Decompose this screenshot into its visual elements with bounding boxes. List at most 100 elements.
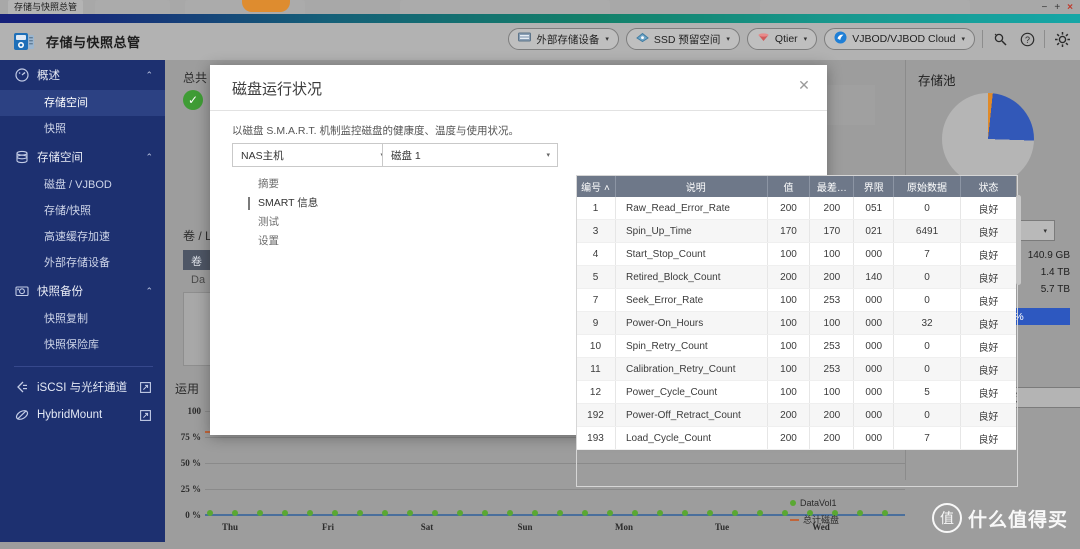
scan-icon[interactable]	[990, 29, 1010, 49]
cell-worst: 100	[809, 311, 855, 335]
volume-section-label: 卷 / L	[183, 229, 212, 243]
table-row[interactable]: 3 Spin_Up_Time 170 170 021 6491 良好	[576, 219, 1016, 243]
sidebar-item-storage-space[interactable]: 存储空间	[0, 90, 165, 116]
cell-value: 100	[767, 311, 811, 335]
chevron-up-icon: ⌃	[145, 151, 153, 162]
table-row[interactable]: 4 Start_Stop_Count 100 100 000 7 良好	[576, 242, 1016, 266]
sidebar-item-snapshot-replica[interactable]: 快照复制	[0, 306, 165, 332]
cell-worst: 253	[809, 357, 855, 381]
chart-ytick: 75 %	[180, 432, 201, 442]
cell-threshold: 140	[853, 265, 895, 289]
dialog-nav-smart-info[interactable]: SMART 信息	[248, 194, 348, 213]
status-badge: 良好	[960, 426, 1016, 450]
chart-point	[432, 510, 438, 516]
close-icon[interactable]: ✕	[795, 76, 813, 94]
cell-value: 170	[767, 219, 811, 243]
toolbar-divider	[982, 30, 983, 48]
qtier-button[interactable]: Qtier ▾	[746, 28, 818, 50]
table-scrollbar[interactable]	[1016, 195, 1021, 285]
sidebar-item-snapshot[interactable]: 快照	[0, 116, 165, 142]
cell-desc: Calibration_Retry_Count	[615, 357, 768, 381]
sidebar-item-label: HybridMount	[37, 409, 103, 421]
sidebar-group-overview[interactable]: 概述 ⌃	[0, 60, 165, 90]
os-window-tab[interactable]: 存储与快照总管	[8, 0, 84, 14]
column-header-threshold[interactable]: 界限	[853, 175, 895, 197]
sidebar-group-snapshot-backup[interactable]: 快照备份 ⌃	[0, 276, 165, 306]
cell-desc: Start_Stop_Count	[615, 242, 768, 266]
column-header-value[interactable]: 值	[767, 175, 811, 197]
external-storage-button[interactable]: 外部存储设备 ▾	[508, 28, 619, 50]
cell-threshold: 021	[853, 219, 895, 243]
table-row[interactable]: 12 Power_Cycle_Count 100 100 000 5 良好	[576, 380, 1016, 404]
table-row[interactable]: 11 Calibration_Retry_Count 100 253 000 0…	[576, 357, 1016, 381]
disk-select[interactable]: 磁盘 1 ▾	[382, 143, 558, 167]
chevron-up-icon: ⌃	[145, 69, 153, 80]
table-row[interactable]: 9 Power-On_Hours 100 100 000 32 良好	[576, 311, 1016, 335]
ssd-reserve-button[interactable]: SSD 预留空间 ▾	[625, 28, 740, 50]
cell-threshold: 000	[853, 334, 895, 358]
minimize-button[interactable]: −	[1041, 2, 1047, 13]
chevron-down-icon: ▾	[726, 36, 730, 43]
table-row[interactable]: 192 Power-Off_Retract_Count 200 200 000 …	[576, 403, 1016, 427]
chart-point	[582, 510, 588, 516]
chart-gridline	[205, 489, 905, 490]
column-header-status[interactable]: 状态	[960, 175, 1016, 197]
chart-point	[332, 510, 338, 516]
sidebar-item-disk-vjbod[interactable]: 磁盘 / VJBOD	[0, 172, 165, 198]
chart-point	[782, 510, 788, 516]
column-header-worst[interactable]: 最差…	[809, 175, 855, 197]
dialog-nav-summary[interactable]: 摘要	[248, 175, 348, 194]
toolbar-divider	[1044, 30, 1045, 48]
disk-health-dialog: 磁盘运行状况 ✕ 以磁盘 S.M.A.R.T. 机制监控磁盘的健康度、温度与使用…	[210, 65, 1021, 487]
column-header-desc[interactable]: 说明	[615, 175, 768, 197]
chart-point	[507, 510, 513, 516]
vjbod-cloud-button[interactable]: VJBOD/VJBOD Cloud ▾	[824, 28, 975, 50]
dashboard-icon	[14, 68, 29, 83]
sidebar-item-iscsi[interactable]: iSCSI 与光纤通道	[0, 373, 165, 401]
external-storage-icon	[518, 32, 532, 46]
cell-raw: 0	[893, 288, 961, 312]
cell-desc: Seek_Error_Rate	[615, 288, 768, 312]
host-select[interactable]: NAS主机 ▾	[232, 143, 392, 167]
bg-col-label: 卷	[191, 256, 202, 268]
cell-value: 100	[767, 334, 811, 358]
sidebar-item-storage-snapshot[interactable]: 存储/快照	[0, 198, 165, 224]
chart-legend-total-disk: 总计磁盘	[790, 513, 839, 526]
sidebar-item-snapshot-vault[interactable]: 快照保险库	[0, 332, 165, 358]
column-header-id[interactable]: 编号 ˄	[576, 175, 616, 197]
dialog-title: 磁盘运行状况	[232, 81, 323, 98]
total-label: 总共	[183, 71, 208, 85]
table-header-row: 编号 ˄ 说明 值 最差… 界限 原始数据 状态	[576, 175, 1016, 197]
storage-pool-title: 存储池	[918, 74, 956, 88]
chart-ytick: 0 %	[185, 510, 201, 520]
app-title-group: 存储与快照总管	[12, 29, 141, 54]
close-button[interactable]: ×	[1067, 2, 1073, 13]
cell-worst: 100	[809, 242, 855, 266]
cell-threshold: 051	[853, 197, 895, 220]
chart-point	[307, 510, 313, 516]
watermark-text: 什么值得买	[967, 509, 1068, 531]
table-row[interactable]: 193 Load_Cycle_Count 200 200 000 7 良好	[576, 426, 1016, 450]
cell-threshold: 000	[853, 311, 895, 335]
settings-gear-icon[interactable]	[1052, 29, 1072, 49]
table-row[interactable]: 7 Seek_Error_Rate 100 253 000 0 良好	[576, 288, 1016, 312]
chart-legend-label: DataVol1	[800, 498, 837, 508]
status-badge: 良好	[960, 197, 1016, 220]
table-row[interactable]: 10 Spin_Retry_Count 100 253 000 0 良好	[576, 334, 1016, 358]
status-badge: 良好	[960, 403, 1016, 427]
status-badge: 良好	[960, 357, 1016, 381]
sidebar-group-storage[interactable]: 存储空间 ⌃	[0, 142, 165, 172]
dialog-nav-test[interactable]: 测试	[248, 213, 348, 232]
sidebar-item-hybridmount[interactable]: HybridMount	[0, 401, 165, 429]
accent-gradient-bar	[0, 14, 1080, 23]
sidebar-item-external-storage[interactable]: 外部存储设备	[0, 250, 165, 276]
cell-worst: 200	[809, 197, 855, 220]
sidebar-item-cache-acceleration[interactable]: 高速缓存加速	[0, 224, 165, 250]
maximize-button[interactable]: +	[1054, 2, 1060, 13]
table-row[interactable]: 1 Raw_Read_Error_Rate 200 200 051 0 良好	[576, 197, 1016, 220]
help-icon[interactable]: ?	[1017, 29, 1037, 49]
column-header-raw[interactable]: 原始数据	[893, 175, 961, 197]
sidebar-item-label: 高速缓存加速	[44, 231, 110, 243]
dialog-nav-settings[interactable]: 设置	[248, 232, 348, 251]
table-row[interactable]: 5 Retired_Block_Count 200 200 140 0 良好	[576, 265, 1016, 289]
